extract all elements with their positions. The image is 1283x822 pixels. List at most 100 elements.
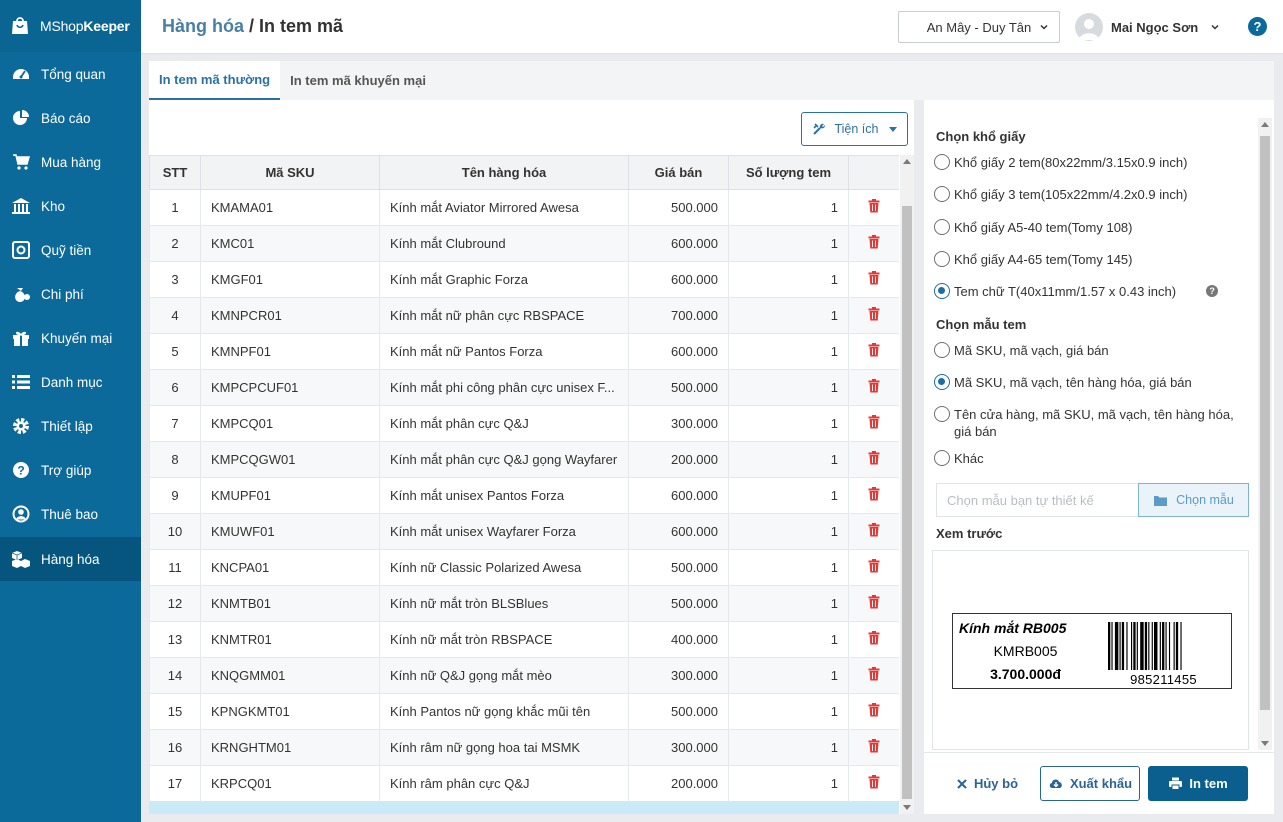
- trash-icon[interactable]: [868, 631, 880, 645]
- table-row[interactable]: 10 KMUWF01 Kính mắt unisex Wayfarer Forza 6…: [149, 513, 899, 550]
- settings-scrollbar[interactable]: [1258, 118, 1272, 750]
- sidebar-item-user[interactable]: Thuê bao: [0, 492, 141, 536]
- trash-icon[interactable]: [868, 667, 880, 681]
- trash-icon[interactable]: [868, 523, 880, 537]
- column-header-qty[interactable]: Số lượng tem: [728, 155, 849, 190]
- radio-button[interactable]: [934, 219, 950, 235]
- table-row[interactable]: 1 KMAMA01 Kính mắt Aviator Mirrored Awesa 5…: [149, 189, 899, 226]
- table-row[interactable]: 6 KMPCPCUF01 Kính mắt phi công phân cực un…: [149, 369, 899, 406]
- custom-template-input[interactable]: [936, 483, 1139, 517]
- radio-button[interactable]: [934, 251, 950, 267]
- cell-qty[interactable]: 1: [728, 333, 849, 370]
- radio-button[interactable]: [934, 374, 950, 390]
- radio-button[interactable]: [934, 406, 950, 422]
- table-row[interactable]: 15 KPNGKMT01 Kính Pantos nữ gọng khắc mũi …: [149, 693, 899, 730]
- cell-qty[interactable]: 1: [728, 441, 849, 478]
- trash-icon[interactable]: [868, 487, 880, 501]
- radio-button[interactable]: [934, 154, 950, 170]
- trash-icon[interactable]: [868, 379, 880, 393]
- sidebar-item-help[interactable]: ? Trợ giúp: [0, 448, 141, 492]
- template-option-2[interactable]: Mã SKU, mã vạch, tên hàng hóa, giá bán: [934, 374, 1192, 391]
- cell-qty[interactable]: 1: [728, 477, 849, 514]
- trash-icon[interactable]: [868, 307, 880, 321]
- radio-button[interactable]: [934, 450, 950, 466]
- brand[interactable]: MShopKeeper: [0, 0, 141, 52]
- sidebar-item-cart[interactable]: Mua hàng: [0, 140, 141, 184]
- template-option-3[interactable]: Tên cửa hàng, mã SKU, mã vạch, tên hàng …: [934, 406, 1244, 440]
- sidebar-item-safe[interactable]: Quỹ tiền: [0, 228, 141, 272]
- sidebar-item-warehouse[interactable]: Kho: [0, 184, 141, 228]
- cell-qty[interactable]: 1: [728, 765, 849, 802]
- column-header-name[interactable]: Tên hàng hóa: [379, 155, 629, 190]
- scroll-up-icon[interactable]: [1261, 122, 1269, 127]
- sidebar-item-dashboard[interactable]: Tổng quan: [0, 52, 141, 96]
- help-icon[interactable]: ?: [1248, 17, 1267, 36]
- scroll-down-icon[interactable]: [1261, 741, 1269, 746]
- table-row[interactable]: 11 KNCPA01 Kính nữ Classic Polarized Awesa…: [149, 549, 899, 586]
- choose-template-button[interactable]: Chọn mẫu: [1138, 483, 1249, 517]
- trash-icon[interactable]: [868, 559, 880, 573]
- table-scrollbar[interactable]: [900, 155, 914, 814]
- trash-icon[interactable]: [868, 595, 880, 609]
- radio-button[interactable]: [934, 186, 950, 202]
- table-row[interactable]: 13 KNMTR01 Kính nữ mắt tròn RBSPACE 400.000…: [149, 621, 899, 658]
- trash-icon[interactable]: [868, 703, 880, 717]
- sidebar-item-gear[interactable]: Thiết lập: [0, 404, 141, 448]
- table-row[interactable]: 5 KMNPF01 Kính mắt nữ Pantos Forza 600.000 1: [149, 333, 899, 370]
- cell-qty[interactable]: 1: [728, 189, 849, 226]
- scroll-up-icon[interactable]: [903, 159, 911, 164]
- radio-button[interactable]: [934, 283, 950, 299]
- table-row[interactable]: 4 KMNPCR01 Kính mắt nữ phân cực RBSPACE 700…: [149, 297, 899, 334]
- trash-icon[interactable]: [868, 199, 880, 213]
- sidebar-item-pie-chart[interactable]: Báo cáo: [0, 96, 141, 140]
- table-row[interactable]: 7 KMPCQ01 Kính mắt phân cực Q&J 300.000 1: [149, 405, 899, 442]
- tab-promo-label[interactable]: In tem mã khuyến mại: [280, 61, 436, 100]
- table-row[interactable]: 2 KMC01 Kính mắt Clubround 600.000 1: [149, 225, 899, 262]
- export-button[interactable]: Xuất khẩu: [1040, 766, 1140, 801]
- cell-qty[interactable]: 1: [728, 405, 849, 442]
- cancel-button[interactable]: Hủy bỏ: [940, 766, 1034, 801]
- table-row[interactable]: 16 KRNGHTM01 Kính râm nữ gọng hoa tai MSMK…: [149, 729, 899, 766]
- table-row[interactable]: 12 KNMTB01 Kính nữ mắt tròn BLSBlues 500.00…: [149, 585, 899, 622]
- info-icon[interactable]: ?: [1206, 285, 1219, 297]
- paper-size-option-5[interactable]: Tem chữ T(40x11mm/1.57 x 0.43 inch)?: [934, 283, 1219, 300]
- cell-qty[interactable]: 1: [728, 585, 849, 622]
- paper-size-option-2[interactable]: Khổ giấy 3 tem(105x22mm/4.2x0.9 inch): [934, 186, 1187, 203]
- cell-qty[interactable]: 1: [728, 549, 849, 586]
- column-header-price[interactable]: Giá bán: [628, 155, 729, 190]
- tab-regular-label[interactable]: In tem mã thường: [149, 61, 281, 100]
- trash-icon[interactable]: [868, 271, 880, 285]
- table-row[interactable]: 14 KNQGMM01 Kính nữ Q&J gọng mắt mèo 300.00…: [149, 657, 899, 694]
- sidebar-item-list[interactable]: Danh mục: [0, 360, 141, 404]
- table-row[interactable]: 3 KMGF01 Kính mắt Graphic Forza 600.000 1: [149, 261, 899, 298]
- cell-qty[interactable]: 1: [728, 261, 849, 298]
- column-header-sku[interactable]: Mã SKU: [200, 155, 380, 190]
- sidebar-item-gift[interactable]: Khuyến mại: [0, 316, 141, 360]
- cell-qty[interactable]: 1: [728, 369, 849, 406]
- cell-qty[interactable]: 1: [728, 657, 849, 694]
- table-row[interactable]: 8 KMPCQGW01 Kính mắt phân cực Q&J gọng Way…: [149, 441, 899, 478]
- scroll-down-icon[interactable]: [903, 805, 911, 810]
- column-header-stt[interactable]: STT: [149, 155, 201, 190]
- trash-icon[interactable]: [868, 451, 880, 465]
- trash-icon[interactable]: [868, 775, 880, 789]
- scrollbar-thumb[interactable]: [902, 206, 912, 799]
- paper-size-option-3[interactable]: Khổ giấy A5-40 tem(Tomy 108): [934, 219, 1132, 236]
- cell-qty[interactable]: 1: [728, 225, 849, 262]
- template-option-1[interactable]: Mã SKU, mã vạch, giá bán: [934, 342, 1109, 359]
- cell-qty[interactable]: 1: [728, 297, 849, 334]
- cell-qty[interactable]: 1: [728, 621, 849, 658]
- print-button[interactable]: In tem: [1148, 766, 1248, 801]
- template-option-4[interactable]: Khác: [934, 450, 984, 467]
- utilities-button[interactable]: Tiện ích: [801, 112, 908, 146]
- sidebar-item-boxes[interactable]: Hàng hóa: [0, 537, 141, 581]
- paper-size-option-4[interactable]: Khổ giấy A4-65 tem(Tomy 145): [934, 251, 1132, 268]
- table-row[interactable]: 17 KRPCQ01 Kính râm phân cực Q&J 200.000 1: [149, 765, 899, 802]
- trash-icon[interactable]: [868, 343, 880, 357]
- user-menu[interactable]: Mai Ngọc Sơn: [1075, 12, 1220, 42]
- scrollbar-thumb[interactable]: [1260, 136, 1270, 710]
- store-select[interactable]: An Mây - Duy Tân: [898, 11, 1060, 43]
- cell-qty[interactable]: 1: [728, 693, 849, 730]
- sidebar-item-money-bag[interactable]: Chi phí: [0, 272, 141, 316]
- table-row[interactable]: 9 KMUPF01 Kính mắt unisex Pantos Forza 600.…: [149, 477, 899, 514]
